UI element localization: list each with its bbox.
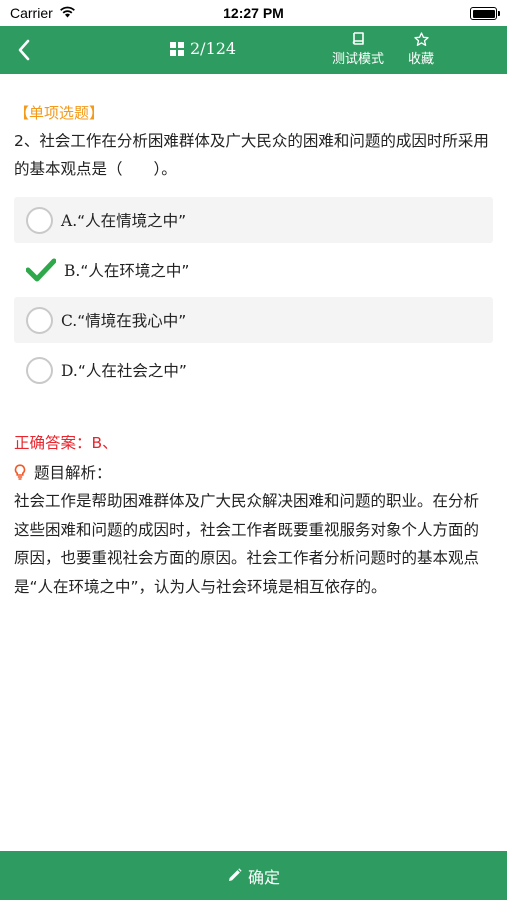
favorite-label: 收藏 [407,52,434,67]
option-letter: B. [64,262,81,280]
nav-bar: 2/124 测试模式 收藏 [0,26,507,74]
question-type: 【单项选题】 [14,104,105,122]
back-button[interactable] [10,36,38,64]
option-a[interactable]: A.“人在情境之中” [14,197,493,243]
option-d[interactable]: D.“人在社会之中” [14,347,493,393]
pencil-icon [228,868,242,881]
question-content: 【单项选题】 2、社会工作在分析困难群体及广大民众的困难和问题的成因时所采用的基… [0,102,507,601]
star-icon [413,31,429,46]
radio-icon [26,206,53,234]
check-icon [26,257,56,284]
option-letter: C. [61,312,78,330]
status-time: 12:27 PM [223,5,284,21]
option-c[interactable]: C.“情境在我心中” [14,297,493,343]
analysis-title: 题目解析： [34,464,112,482]
bulb-icon [14,464,26,480]
analysis-body: 社会工作是帮助困难群体及广大民众解决困难和问题的职业。在分析这些困难和问题的成因… [14,492,480,596]
progress-label: 2/124 [190,39,237,58]
option-text: “人在环境之中” [80,262,190,280]
test-mode-button[interactable]: 测试模式 [328,30,388,67]
confirm-label: 确定 [247,867,280,887]
radio-icon [26,306,53,334]
option-b[interactable]: B.“人在环境之中” [14,247,493,293]
option-letter: D. [61,362,78,380]
back-icon [18,39,30,61]
option-letter: A. [61,212,78,230]
status-bar: Carrier 12:27 PM [0,0,507,26]
battery-icon [470,7,500,20]
options-list: A.“人在情境之中” B.“人在环境之中” C.“情境在我心中” D.“人在社会… [14,197,493,393]
favorite-button[interactable]: 收藏 [402,30,440,67]
question-progress[interactable]: 2/124 [170,39,236,58]
correct-answer: 正确答案：B、 [14,434,118,452]
book-icon [352,32,364,45]
grid-icon [170,41,184,56]
question-stem: 2、社会工作在分析困难群体及广大民众的困难和问题的成因时所采用的基本观点是（ ）… [14,132,489,178]
option-text: “情境在我心中” [77,312,187,330]
test-mode-label: 测试模式 [331,52,384,67]
confirm-button[interactable]: 确定 [0,851,507,900]
option-text: “人在情境之中” [77,212,187,230]
option-text: “人在社会之中” [77,362,187,380]
analysis-heading: 题目解析： [14,461,493,483]
radio-icon [26,356,53,384]
